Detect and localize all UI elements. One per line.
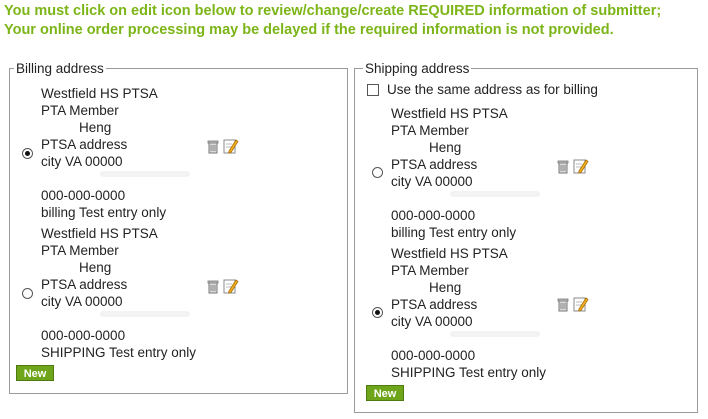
addr-line-street: PTSA address (391, 297, 478, 312)
shipping-address-panel: Shipping address Use the same address as… (354, 60, 698, 413)
billing-address-2: Westfield HS PTSA PTA Member Heng PTSA a… (41, 225, 196, 361)
addr-line-name: Heng (429, 140, 462, 155)
addr-line-name: Heng (429, 280, 462, 295)
addr-line-phone: 000-000-0000 (391, 348, 476, 363)
edit-pencil-icon[interactable] (573, 295, 589, 313)
addr-line-title: PTA Member (41, 243, 119, 258)
addr-line-org: Westfield HS PTSA (41, 226, 158, 241)
edit-pencil-icon[interactable] (573, 157, 589, 175)
shipping-address-2-radio[interactable] (372, 307, 383, 318)
addr-line-title: PTA Member (391, 123, 469, 138)
addr-line-note: billing Test entry only (41, 205, 167, 220)
same-as-billing-label[interactable]: Use the same address as for billing (387, 81, 598, 98)
shipping-new-button[interactable]: New (366, 385, 404, 401)
addr-line-org: Westfield HS PTSA (391, 106, 508, 121)
addr-line-org: Westfield HS PTSA (391, 246, 508, 261)
addr-line-note: billing Test entry only (391, 225, 517, 240)
edit-pencil-icon[interactable] (223, 137, 239, 155)
addr-line-city: city VA 00000 (391, 314, 473, 329)
billing-address-2-radio[interactable] (22, 288, 33, 299)
addr-line-city: city VA 00000 (41, 294, 123, 309)
trash-icon[interactable] (206, 279, 220, 295)
required-info-warning: You must click on edit icon below to rev… (4, 3, 662, 38)
trash-icon[interactable] (556, 159, 570, 175)
addr-line-phone: 000-000-0000 (41, 188, 126, 203)
addr-line-title: PTA Member (41, 103, 119, 118)
addr-line-city: city VA 00000 (391, 174, 473, 189)
addr-line-name: Heng (79, 260, 112, 275)
shipping-address-1: Westfield HS PTSA PTA Member Heng PTSA a… (391, 105, 516, 241)
billing-address-panel: Billing address Westfield HS PTSA PTA Me… (9, 60, 348, 394)
trash-icon[interactable] (206, 139, 220, 155)
billing-legend: Billing address (14, 60, 106, 77)
addr-line-phone: 000-000-0000 (41, 328, 126, 343)
addr-line-note: SHIPPING Test entry only (391, 365, 547, 380)
addr-line-city: city VA 00000 (41, 154, 123, 169)
shipping-address-1-radio[interactable] (372, 167, 383, 178)
billing-address-1: Westfield HS PTSA PTA Member Heng PTSA a… (41, 85, 166, 221)
trash-icon[interactable] (556, 297, 570, 313)
addr-line-street: PTSA address (41, 137, 128, 152)
addr-line-note: SHIPPING Test entry only (41, 345, 197, 360)
same-as-billing-checkbox[interactable] (367, 84, 379, 96)
addr-line-phone: 000-000-0000 (391, 208, 476, 223)
billing-address-1-radio[interactable] (22, 148, 33, 159)
addr-line-street: PTSA address (391, 157, 478, 172)
addr-line-org: Westfield HS PTSA (41, 86, 158, 101)
addr-line-title: PTA Member (391, 263, 469, 278)
edit-pencil-icon[interactable] (223, 277, 239, 295)
shipping-legend: Shipping address (363, 60, 472, 77)
billing-new-button[interactable]: New (16, 365, 54, 381)
addr-line-street: PTSA address (41, 277, 128, 292)
shipping-address-2: Westfield HS PTSA PTA Member Heng PTSA a… (391, 245, 546, 381)
addr-line-name: Heng (79, 120, 112, 135)
